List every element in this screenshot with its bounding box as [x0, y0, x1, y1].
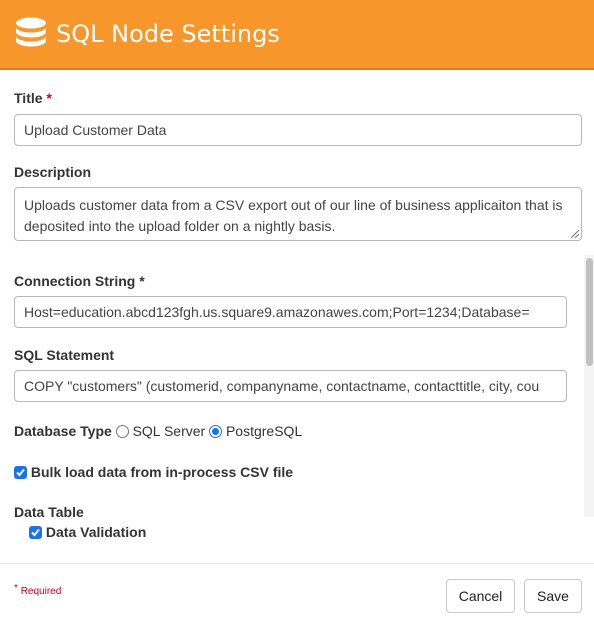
sql-statement-label: SQL Statement [14, 347, 115, 363]
data-validation-checkbox[interactable] [29, 526, 42, 539]
radio-postgresql-label[interactable]: PostgreSQL [226, 423, 302, 439]
check-icon [31, 528, 40, 537]
dialog-title: SQL Node Settings [56, 20, 280, 48]
title-input[interactable]: Upload Customer Data [14, 114, 582, 146]
scrollbar[interactable] [584, 255, 594, 517]
settings-scroll-area[interactable]: Connection String * Host=education.abcd1… [0, 255, 594, 517]
bulk-load-row: Bulk load data from in-process CSV file [14, 464, 293, 480]
cancel-button[interactable]: Cancel [446, 579, 515, 613]
connection-string-input[interactable]: Host=education.abcd123fgh.us.square9.ama… [14, 296, 567, 328]
required-note-asterisk: * [14, 583, 18, 594]
radio-postgresql[interactable] [209, 425, 223, 438]
title-label: Title * [14, 90, 52, 106]
database-icon [16, 17, 46, 47]
description-textarea[interactable]: Uploads customer data from a CSV export … [14, 187, 582, 241]
connection-string-label: Connection String * [14, 273, 145, 289]
check-icon [16, 468, 25, 477]
save-button[interactable]: Save [524, 579, 582, 613]
required-note: * Required [14, 583, 61, 597]
data-table-label: Data Table [14, 504, 84, 517]
data-validation-row: Data Validation [29, 524, 146, 540]
footer-divider [0, 563, 594, 564]
data-validation-label[interactable]: Data Validation [46, 524, 146, 540]
scrollbar-thumb[interactable] [586, 258, 593, 366]
radio-sql-server[interactable] [115, 425, 129, 438]
description-label: Description [14, 164, 92, 180]
dialog-header: SQL Node Settings [0, 0, 594, 70]
bulk-load-label[interactable]: Bulk load data from in-process CSV file [31, 464, 293, 480]
radio-sql-server-label[interactable]: SQL Server [133, 423, 206, 439]
bulk-load-checkbox[interactable] [14, 466, 27, 479]
required-note-text: Required [20, 586, 62, 597]
required-asterisk: * [46, 90, 52, 106]
database-type-row: Database Type SQL Server PostgreSQL [14, 423, 302, 439]
sql-statement-input[interactable]: COPY "customers" (customerid, companynam… [14, 370, 567, 402]
resize-grip-icon[interactable] [571, 230, 579, 238]
database-type-label: Database Type [14, 423, 112, 439]
